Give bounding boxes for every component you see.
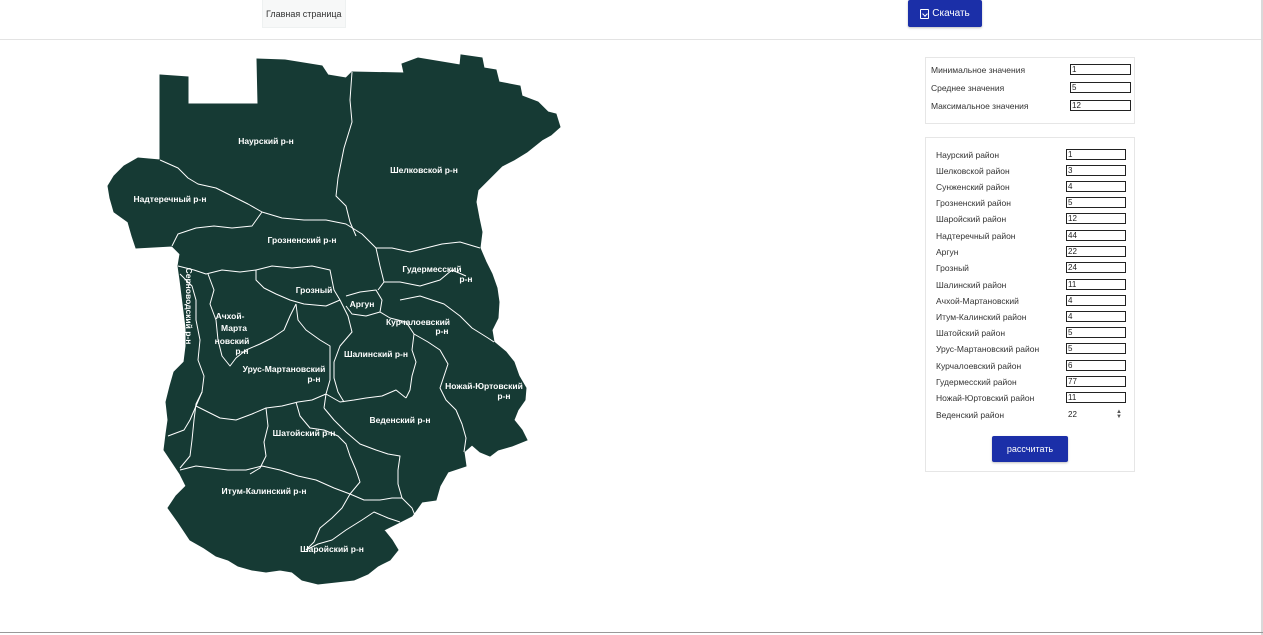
district-label: Шаройский район <box>936 214 1007 224</box>
district-input[interactable] <box>1066 295 1126 306</box>
district-input[interactable] <box>1066 181 1126 192</box>
label-achkh-2: Марта <box>221 323 247 333</box>
district-row: Гудермесский район <box>926 376 1134 390</box>
district-input[interactable] <box>1066 197 1126 208</box>
label-urus-2: р-н <box>307 374 320 384</box>
district-label: Курчалоевский район <box>936 361 1022 371</box>
threshold-input-max[interactable] <box>1070 100 1131 111</box>
label-nozh-1: Ножай-Юртовский <box>445 381 523 391</box>
calculate-button[interactable]: рассчитать <box>992 436 1068 462</box>
number-spinner-icon[interactable]: ▲ ▼ <box>1116 409 1122 420</box>
label-shatoi: Шатойский р-н <box>273 428 336 438</box>
district-row: Шаройский район <box>926 213 1134 227</box>
label-naur: Наурский р-н <box>238 136 294 146</box>
district-input[interactable] <box>1066 376 1126 387</box>
label-urus-1: Урус-Мартановский <box>243 364 326 374</box>
threshold-row-avg: Среднее значения <box>926 82 1134 96</box>
district-input[interactable] <box>1066 360 1126 371</box>
label-gud-2: р-н <box>459 274 472 284</box>
district-row: Аргун <box>926 246 1134 260</box>
district-label: Аргун <box>936 247 959 257</box>
nav-home-link[interactable]: Главная страница <box>262 0 346 28</box>
district-input[interactable] <box>1066 262 1126 273</box>
district-row: Ножай-Юртовский район <box>926 392 1134 406</box>
threshold-input-min[interactable] <box>1070 64 1131 75</box>
label-grozny: Грозный <box>296 285 333 295</box>
label-shalin: Шалинский р-н <box>344 349 408 359</box>
district-label: Ачхой-Мартановский <box>936 296 1019 306</box>
district-row: Наурский район <box>926 149 1134 163</box>
district-label: Урус-Мартановский район <box>936 344 1040 354</box>
label-achkh-1: Ачхой- <box>216 311 245 321</box>
district-row: Ачхой-Мартановский <box>926 295 1134 309</box>
label-argun: Аргун <box>350 299 375 309</box>
district-input[interactable] <box>1066 392 1126 403</box>
district-label: Гудермесский район <box>936 377 1017 387</box>
district-input[interactable] <box>1066 149 1126 160</box>
label-nozh-2: р-н <box>497 391 510 401</box>
label-grozn-rn: Грозненский р-н <box>268 235 337 245</box>
district-label: Грозненский район <box>936 198 1011 208</box>
district-row: Грозненский район <box>926 197 1134 211</box>
district-row: Грозный <box>926 262 1134 276</box>
threshold-row-max: Максимальное значения <box>926 100 1134 114</box>
district-row: Итум-Калинский район <box>926 311 1134 325</box>
district-row: Урус-Мартановский район <box>926 343 1134 357</box>
district-label: Наурский район <box>936 150 1000 160</box>
district-input[interactable] <box>1066 213 1126 224</box>
chechnya-map: Наурский р-н Шелковской р-н Надтеречный … <box>107 54 561 585</box>
district-input[interactable] <box>1066 311 1126 322</box>
district-input[interactable] <box>1066 246 1126 257</box>
label-nadter: Надтеречный р-н <box>134 194 207 204</box>
label-kurch-2: р-н <box>435 326 448 336</box>
label-gud-1: Гудермесский <box>402 264 461 274</box>
district-label: Веденский район <box>936 410 1005 420</box>
download-button[interactable]: Скачать <box>908 0 982 27</box>
label-shelk: Шелковской р-н <box>390 165 458 175</box>
threshold-row-min: Минимальное значения <box>926 64 1134 78</box>
districts-panel: Наурский район Шелковской район Сунженск… <box>925 137 1135 472</box>
threshold-input-avg[interactable] <box>1070 82 1131 93</box>
district-input-veden[interactable] <box>1066 409 1114 420</box>
district-input[interactable] <box>1066 279 1126 290</box>
district-input[interactable] <box>1066 230 1126 241</box>
download-icon <box>920 8 930 19</box>
threshold-label-avg: Среднее значения <box>931 83 1005 93</box>
district-row: Надтеречный район <box>926 230 1134 244</box>
district-label: Итум-Калинский район <box>936 312 1027 322</box>
district-row-focused: Веденский район ▲▼ <box>926 409 1134 423</box>
download-button-label: Скачать <box>932 8 970 19</box>
label-sharoi: Шаройский р-н <box>300 544 364 554</box>
threshold-label-max: Максимальное значения <box>931 101 1029 111</box>
label-achkh-4: р-н <box>235 346 248 356</box>
thresholds-panel: Минимальное значения Среднее значения Ма… <box>925 57 1135 124</box>
district-label: Надтеречный район <box>936 231 1016 241</box>
district-label: Шатойский район <box>936 328 1006 338</box>
top-bar: Главная страница Скачать <box>0 0 1263 40</box>
district-label: Ножай-Юртовский район <box>936 393 1035 403</box>
threshold-label-min: Минимальное значения <box>931 65 1026 75</box>
district-row: Курчалоевский район <box>926 360 1134 374</box>
label-sunzh: Серноводский р-н <box>184 268 194 345</box>
district-label: Сунженский район <box>936 182 1010 192</box>
district-row: Шелковской район <box>926 165 1134 179</box>
map-regions <box>107 54 561 585</box>
district-row: Шатойский район <box>926 327 1134 341</box>
district-row: Сунженский район <box>926 181 1134 195</box>
map-outline <box>107 54 561 585</box>
district-row: Шалинский район <box>926 279 1134 293</box>
district-input[interactable] <box>1066 165 1126 176</box>
district-input[interactable] <box>1066 327 1126 338</box>
bottom-divider <box>0 632 1263 633</box>
district-label: Шелковской район <box>936 166 1010 176</box>
district-label: Шалинский район <box>936 280 1007 290</box>
district-input[interactable] <box>1066 343 1126 354</box>
label-achkh-3: новский <box>215 336 250 346</box>
label-veden: Веденский р-н <box>369 415 430 425</box>
district-label: Грозный <box>936 263 969 273</box>
label-itum: Итум-Калинский р-н <box>222 486 307 496</box>
